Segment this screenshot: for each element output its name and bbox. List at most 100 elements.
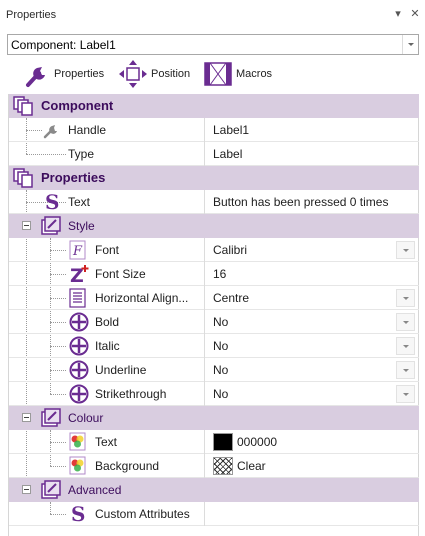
property-name: Italic: [95, 339, 120, 353]
column-divider: [204, 430, 205, 454]
panel-title: Properties: [6, 9, 57, 21]
column-divider: [204, 382, 205, 406]
dropdown-arrow-icon[interactable]: [396, 385, 415, 403]
macros-tab-button[interactable]: Macros: [202, 58, 272, 90]
property-value[interactable]: No: [213, 382, 228, 406]
category-properties[interactable]: Properties: [9, 166, 419, 190]
column-divider: [204, 118, 205, 142]
subcategory-style[interactable]: Style: [9, 214, 419, 238]
property-grid: Component Handle Label1 Type Label Prope…: [8, 94, 419, 536]
align-document-icon: [69, 288, 86, 308]
property-row-bold[interactable]: Bold No: [9, 310, 419, 334]
font-size-z-icon: Z: [70, 265, 89, 284]
property-row-underline[interactable]: Underline No: [9, 358, 419, 382]
column-divider: [204, 454, 205, 478]
wrench-icon: [26, 67, 45, 87]
subcategory-colour[interactable]: Colour: [9, 406, 419, 430]
property-value[interactable]: Label: [213, 142, 242, 166]
pages-icon: [13, 168, 33, 188]
column-divider: [204, 142, 205, 166]
dropdown-arrow-icon[interactable]: [396, 361, 415, 379]
property-row-text[interactable]: S Text Button has been pressed 0 times: [9, 190, 419, 214]
style-folder-icon: [41, 408, 61, 427]
style-folder-icon: [41, 216, 61, 235]
position-tab-button[interactable]: Position: [117, 58, 190, 90]
colour-palette-icon: [69, 432, 86, 451]
properties-tab-label: Properties: [54, 68, 105, 80]
property-name: Custom Attributes: [95, 507, 190, 521]
property-value[interactable]: Centre: [213, 286, 249, 310]
boolean-plus-icon: [69, 336, 89, 356]
column-divider: [204, 286, 205, 310]
pin-dropdown-icon[interactable]: ▾: [392, 8, 404, 20]
property-row-colour-text[interactable]: Text 000000: [9, 430, 419, 454]
colour-swatch[interactable]: [213, 457, 233, 475]
boolean-plus-icon: [69, 360, 89, 380]
collapse-toggle-icon[interactable]: [22, 485, 31, 494]
svg-text:F: F: [72, 244, 83, 259]
property-row-horizontal-align[interactable]: Horizontal Align... Centre: [9, 286, 419, 310]
collapse-toggle-icon[interactable]: [22, 221, 31, 230]
property-value[interactable]: No: [213, 358, 228, 382]
property-name: Background: [95, 459, 160, 473]
property-name: Type: [68, 147, 95, 161]
property-value[interactable]: Clear: [237, 454, 266, 478]
property-name: Handle: [68, 123, 107, 137]
category-label: Properties: [41, 170, 106, 185]
property-name: Bold: [95, 315, 120, 329]
collapse-toggle-icon[interactable]: [22, 413, 31, 422]
property-value[interactable]: Button has been pressed 0 times: [213, 190, 388, 214]
property-value[interactable]: 000000: [237, 430, 277, 454]
dropdown-arrow-icon[interactable]: [396, 337, 415, 355]
category-component[interactable]: Component: [9, 94, 419, 118]
dropdown-arrow-icon[interactable]: [396, 241, 415, 259]
property-value[interactable]: No: [213, 310, 228, 334]
column-divider: [204, 358, 205, 382]
property-row-background[interactable]: Background Clear: [9, 454, 419, 478]
property-value[interactable]: Calibri: [213, 238, 247, 262]
panel-titlebar: Properties ▾ ✕: [0, 0, 425, 32]
style-folder-icon: [41, 480, 61, 499]
boolean-plus-icon: [69, 312, 89, 332]
dropdown-arrow-icon[interactable]: [396, 289, 415, 307]
column-divider: [204, 238, 205, 262]
dropdown-arrow-icon[interactable]: [396, 313, 415, 331]
property-name: Strikethrough: [95, 387, 167, 401]
column-divider: [204, 262, 205, 286]
subcategory-advanced[interactable]: Advanced: [9, 478, 419, 502]
property-name: Text: [95, 435, 118, 449]
position-tab-label: Position: [151, 68, 191, 80]
component-selector[interactable]: Component: Label1: [7, 34, 419, 55]
subcategory-label: Style: [68, 219, 95, 233]
property-name: Font Size: [95, 267, 146, 281]
property-row-handle[interactable]: Handle Label1: [9, 118, 419, 142]
colour-palette-icon: [69, 456, 86, 475]
property-name: Horizontal Align...: [95, 291, 189, 305]
column-divider: [204, 502, 205, 526]
boolean-plus-icon: [69, 384, 89, 404]
wrench-icon: [43, 125, 57, 139]
property-row-custom-attributes[interactable]: S Custom Attributes: [9, 502, 419, 526]
subcategory-label: Advanced: [68, 483, 122, 497]
property-row-font-size[interactable]: Z Font Size 16: [9, 262, 419, 286]
property-name: Underline: [95, 363, 147, 377]
property-row-italic[interactable]: Italic No: [9, 334, 419, 358]
property-row-type[interactable]: Type Label: [9, 142, 419, 166]
property-row-font[interactable]: F Font Calibri: [9, 238, 419, 262]
colour-swatch[interactable]: [213, 433, 233, 451]
string-s-icon: S: [45, 192, 59, 212]
string-s-icon: S: [71, 504, 85, 524]
property-value[interactable]: Label1: [213, 118, 249, 142]
close-icon[interactable]: ✕: [409, 8, 421, 20]
film-strip-icon: [204, 62, 232, 86]
macros-tab-label: Macros: [236, 68, 273, 80]
column-divider: [204, 190, 205, 214]
property-row-strikethrough[interactable]: Strikethrough No: [9, 382, 419, 406]
category-label: Component: [41, 98, 114, 113]
property-value[interactable]: No: [213, 334, 228, 358]
properties-tab-button[interactable]: Properties: [22, 58, 104, 90]
property-value[interactable]: 16: [213, 262, 226, 286]
column-divider: [204, 310, 205, 334]
column-divider: [204, 334, 205, 358]
chevron-down-icon[interactable]: [402, 35, 418, 54]
